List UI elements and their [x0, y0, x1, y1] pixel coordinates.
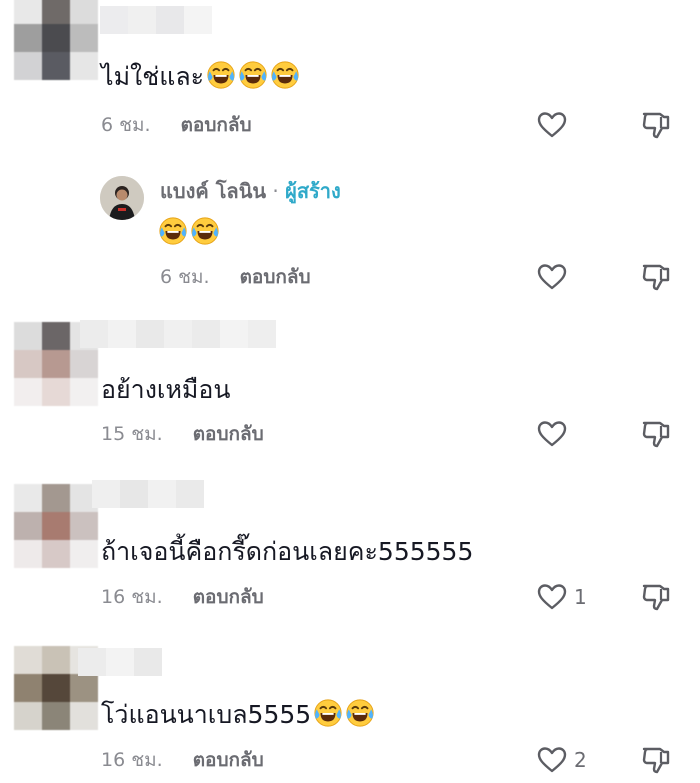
comment-time: 15 ชม. — [101, 423, 163, 445]
username[interactable] — [80, 320, 276, 348]
comment-time: 6 ชม. — [101, 114, 151, 136]
laughing-emoji-icon — [238, 60, 268, 90]
reply-button[interactable]: ตอบกลับ — [240, 265, 311, 289]
person-photo — [100, 176, 144, 220]
comment-item: ไม่ใช่และ 6 ชม. ตอบกลับ — [0, 0, 700, 150]
like-button[interactable]: 1 — [536, 581, 587, 613]
creator-name[interactable]: แบงค์ โลนิน — [160, 179, 266, 203]
heart-icon — [536, 418, 568, 450]
heart-icon — [536, 581, 568, 613]
like-count: 1 — [574, 585, 587, 609]
laughing-emoji-icon — [270, 60, 300, 90]
comment-text: อย้างเหมือน — [101, 375, 231, 404]
like-button[interactable] — [536, 261, 574, 293]
creator-badge: ผู้สร้าง — [285, 179, 341, 203]
separator: · — [272, 179, 279, 203]
comment-item: โว่แอนนาเบล5555 16 ชม. ตอบกลับ 2 — [0, 644, 700, 783]
reply-button[interactable]: ตอบกลับ — [193, 748, 264, 772]
like-count: 2 — [574, 748, 587, 772]
comment-item: ถ้าเจอนี้คือกรี๊ดก่อนเลยคะ555555 16 ชม. … — [0, 480, 700, 630]
heart-icon — [536, 109, 568, 141]
laughing-emoji-icon — [190, 216, 220, 246]
dislike-icon[interactable] — [640, 744, 672, 776]
dislike-icon[interactable] — [640, 109, 672, 141]
like-button[interactable] — [536, 418, 574, 450]
reply-button[interactable]: ตอบกลับ — [193, 422, 264, 446]
username[interactable] — [100, 6, 212, 34]
heart-icon — [536, 744, 568, 776]
comment-text: โว่แอนนาเบล5555 — [101, 698, 375, 731]
reply-time: 6 ชม. — [160, 266, 210, 288]
comment-time: 16 ชม. — [101, 586, 163, 608]
username[interactable] — [78, 648, 162, 676]
laughing-emoji-icon — [206, 60, 236, 90]
comment-text: ถ้าเจอนี้คือกรี๊ดก่อนเลยคะ555555 — [101, 537, 474, 566]
username[interactable] — [92, 480, 204, 508]
laughing-emoji-icon — [345, 698, 375, 728]
heart-icon — [536, 261, 568, 293]
dislike-icon[interactable] — [640, 418, 672, 450]
comment-time: 16 ชม. — [101, 749, 163, 771]
reply-item: แบงค์ โลนิน · ผู้สร้าง 6 ชม. ตอบกลับ — [0, 160, 700, 300]
reply-text — [158, 216, 220, 249]
dislike-icon[interactable] — [640, 261, 672, 293]
dislike-icon[interactable] — [640, 581, 672, 613]
like-button[interactable] — [536, 109, 574, 141]
comment-text: ไม่ใช่และ — [101, 60, 300, 93]
like-button[interactable]: 2 — [536, 744, 587, 776]
avatar[interactable] — [14, 0, 98, 80]
laughing-emoji-icon — [158, 216, 188, 246]
reply-button[interactable]: ตอบกลับ — [181, 113, 252, 137]
reply-button[interactable]: ตอบกลับ — [193, 585, 264, 609]
comment-item: อย้างเหมือน 15 ชม. ตอบกลับ — [0, 318, 700, 468]
laughing-emoji-icon — [313, 698, 343, 728]
avatar[interactable] — [14, 484, 98, 568]
reply-author-line: แบงค์ โลนิน · ผู้สร้าง — [160, 178, 341, 204]
creator-avatar[interactable] — [100, 176, 144, 220]
